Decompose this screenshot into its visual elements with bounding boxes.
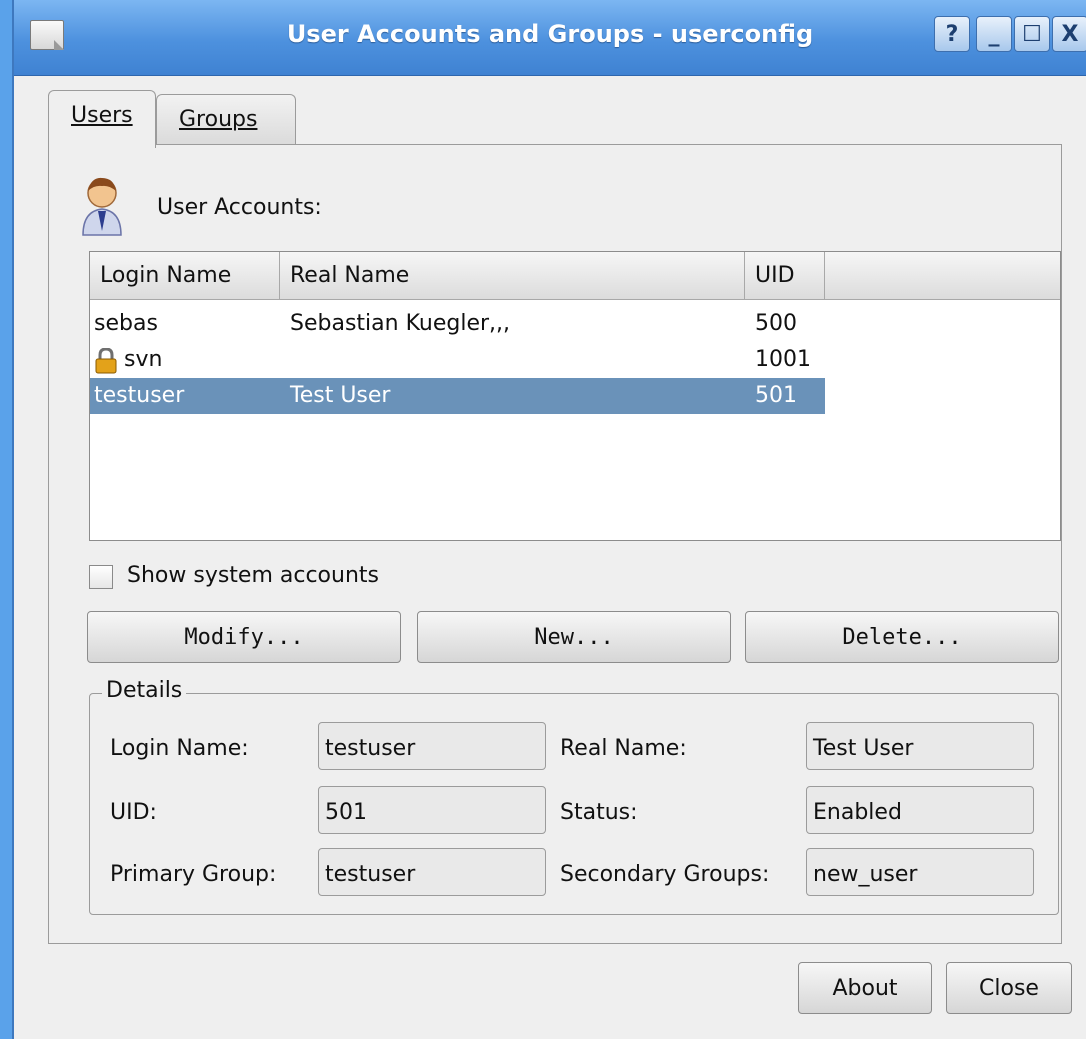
- about-button[interactable]: About: [798, 962, 932, 1014]
- real-name-field: Test User: [806, 722, 1034, 770]
- tab-groups-label: Groups: [179, 107, 258, 132]
- primary-group-label: Primary Group:: [110, 862, 277, 887]
- user-accounts-label: User Accounts:: [157, 195, 322, 220]
- user-list-header: Login Name Real Name UID: [90, 252, 1060, 300]
- uid-cell: 1001: [755, 347, 811, 372]
- login-name-label: Login Name:: [110, 736, 249, 761]
- login-name-cell: sebas: [94, 311, 158, 336]
- users-panel: User Accounts: Login Name Real Name UID …: [48, 144, 1062, 944]
- user-row-svn[interactable]: svn 1001: [90, 342, 825, 378]
- user-accounts-icon: [82, 177, 122, 236]
- uid-cell: 501: [755, 383, 797, 408]
- primary-group-field: testuser: [318, 848, 546, 896]
- window-title: User Accounts and Groups - userconfig: [286, 20, 814, 48]
- minimize-button[interactable]: _: [976, 16, 1012, 52]
- login-name-cell: testuser: [94, 383, 185, 408]
- show-system-accounts-checkbox[interactable]: [89, 565, 113, 589]
- real-name-label: Real Name:: [560, 736, 687, 761]
- details-group: Details Login Name: testuser Real Name: …: [89, 678, 1059, 915]
- lock-icon: [95, 348, 117, 374]
- tab-groups[interactable]: Groups: [156, 94, 296, 150]
- delete-button[interactable]: Delete...: [745, 611, 1059, 663]
- title-bar[interactable]: User Accounts and Groups - userconfig ? …: [14, 0, 1086, 76]
- login-name-cell: svn: [124, 347, 163, 372]
- details-title: Details: [102, 678, 187, 703]
- uid-field: 501: [318, 786, 546, 834]
- tab-users-label: Users: [71, 103, 133, 128]
- column-real-name[interactable]: Real Name: [280, 252, 745, 300]
- new-button[interactable]: New...: [417, 611, 731, 663]
- tab-users[interactable]: Users: [48, 90, 156, 148]
- secondary-groups-label: Secondary Groups:: [560, 862, 770, 887]
- secondary-groups-field: new_user: [806, 848, 1034, 896]
- close-button[interactable]: Close: [946, 962, 1072, 1014]
- user-list[interactable]: Login Name Real Name UID sebas Sebastian…: [89, 251, 1061, 541]
- close-window-button[interactable]: X: [1052, 16, 1086, 52]
- maximize-button[interactable]: ☐: [1014, 16, 1050, 52]
- uid-label: UID:: [110, 800, 157, 825]
- status-field: Enabled: [806, 786, 1034, 834]
- userconfig-window: User Accounts and Groups - userconfig ? …: [12, 0, 1086, 1039]
- show-system-accounts-label: Show system accounts: [127, 563, 379, 588]
- column-uid[interactable]: UID: [745, 252, 825, 300]
- user-row-sebas[interactable]: sebas Sebastian Kuegler,,, 500: [90, 306, 825, 342]
- help-button[interactable]: ?: [934, 16, 970, 52]
- user-row-testuser[interactable]: testuser Test User 501: [90, 378, 825, 414]
- modify-button[interactable]: Modify...: [87, 611, 401, 663]
- login-name-field: testuser: [318, 722, 546, 770]
- status-label: Status:: [560, 800, 638, 825]
- real-name-cell: Sebastian Kuegler,,,: [290, 311, 511, 336]
- uid-cell: 500: [755, 311, 797, 336]
- real-name-cell: Test User: [290, 383, 391, 408]
- column-login-name[interactable]: Login Name: [90, 252, 280, 300]
